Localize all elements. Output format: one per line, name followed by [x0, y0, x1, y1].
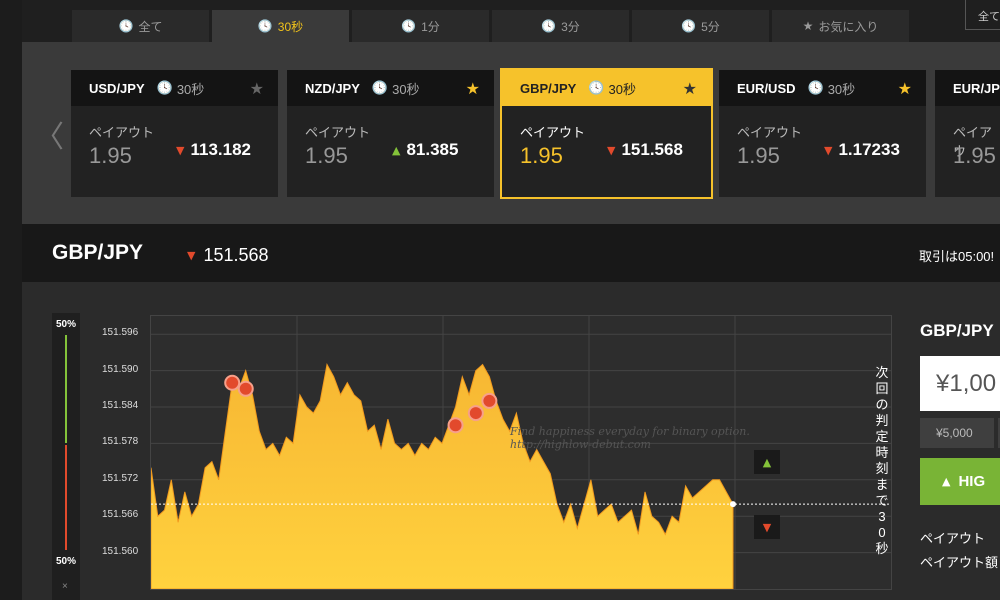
asset-card-gbpjpy[interactable]: GBP/JPY 🕓 30秒 ★ ペイアウト 1.95 ▼ 151.568	[500, 68, 713, 199]
star-icon: ★	[802, 19, 814, 33]
payout-label: ペイアウト	[89, 125, 155, 140]
high-percent: 50%	[56, 319, 77, 330]
up-arrow-icon: ▲	[942, 475, 951, 488]
sentiment-bar: 50% 50% ×	[52, 313, 80, 600]
countdown-text: 次回の判定時刻まで30秒	[875, 365, 889, 556]
asset-price: 1.17233	[838, 140, 900, 159]
trade-deadline: 取引は05:00!	[919, 249, 995, 264]
down-arrow-icon: ▼	[176, 143, 185, 157]
payout-value: 1.95	[520, 143, 563, 168]
watermark: Find happiness everyday for binary optio…	[510, 425, 750, 451]
y-tick-label: 151.560	[102, 545, 139, 557]
asset-card-nzdjpy[interactable]: NZD/JPY 🕓 30秒 ★ ペイアウト 1.95 ▲ 81.385	[287, 70, 494, 197]
filter-tabs-bar: 🕓 全て 🕓 30秒 🕓 1分 🕓 3分 🕓 5分 ★ お気に入り	[22, 0, 1000, 42]
down-arrow-icon: ▼	[824, 143, 833, 157]
trade-marker[interactable]	[224, 374, 241, 391]
low-ratio-bar	[65, 445, 67, 550]
asset-price: 81.385	[406, 140, 459, 159]
y-tick-label: 151.596	[102, 327, 139, 339]
down-arrow-icon: ▼	[187, 249, 196, 262]
up-arrow-icon: ▲	[762, 455, 772, 469]
asset-price: 151.568	[621, 140, 683, 159]
clock-icon: 🕓	[681, 19, 697, 33]
payout-amount-label: ペイアウト額	[920, 555, 999, 570]
trade-marker[interactable]	[467, 405, 484, 422]
payout-value: 1.95	[953, 143, 996, 168]
high-button[interactable]: ▲ HIG	[920, 458, 1000, 505]
chart-plot-area	[150, 315, 892, 590]
close-icon[interactable]: ×	[62, 581, 68, 592]
tab-30sec[interactable]: 🕓 30秒	[212, 10, 349, 42]
asset-card-usdjpy[interactable]: USD/JPY 🕓 30秒 ★ ペイアウト 1.95 ▼ 113.182	[71, 70, 278, 197]
clock-icon: 🕓	[257, 19, 273, 33]
trade-marker[interactable]	[447, 417, 464, 434]
clock-icon: 🕓	[541, 19, 557, 33]
investment-amount-input[interactable]: ¥1,00	[920, 356, 1000, 411]
favorite-star-icon[interactable]: ★	[898, 79, 912, 98]
asset-pair: EUR/USD	[737, 80, 796, 96]
high-ratio-bar	[65, 335, 67, 443]
y-tick-label: 151.590	[102, 363, 139, 375]
down-arrow-icon: ▼	[607, 143, 616, 157]
clock-icon: 🕓	[807, 80, 824, 95]
high-signal-marker: ▲	[754, 450, 780, 474]
low-signal-marker: ▼	[754, 515, 780, 539]
asset-card-eurusd[interactable]: EUR/USD 🕓 30秒 ★ ペイアウト 1.95 ▼ 1.17233	[719, 70, 926, 197]
trade-marker[interactable]	[237, 380, 254, 397]
asset-pair: NZD/JPY	[305, 80, 360, 96]
down-arrow-icon: ▼	[762, 520, 772, 534]
favorite-star-icon[interactable]: ★	[683, 79, 697, 98]
tab-favorites[interactable]: ★ お気に入り	[772, 10, 909, 42]
clock-icon: 🕓	[371, 80, 389, 95]
tab-all[interactable]: 🕓 全て	[72, 10, 209, 42]
asset-info-bar: GBP/JPY ▼ 151.568 取引は05:00!	[22, 224, 1000, 282]
price-area	[150, 363, 734, 590]
asset-pair: USD/JPY	[89, 80, 145, 96]
up-arrow-icon: ▲	[392, 143, 401, 157]
clock-icon: 🕓	[156, 80, 173, 95]
area-chart-svg	[150, 316, 891, 590]
chevron-left-icon[interactable]: 〈	[34, 112, 64, 156]
y-tick-label: 151.584	[102, 400, 139, 411]
favorite-star-icon[interactable]: ★	[250, 79, 264, 98]
asset-price: 113.182	[190, 140, 251, 159]
payout-value: 1.95	[305, 143, 348, 168]
payout-label: ペイアウト	[305, 125, 371, 140]
asset-pair: GBP/JPY	[520, 80, 577, 96]
asset-card-eurjpy[interactable]: EUR/JPY ペイアウ 1.95	[935, 70, 1000, 197]
favorite-star-icon[interactable]: ★	[466, 79, 480, 98]
selected-asset-price: 151.568	[203, 245, 269, 265]
clock-icon: 🕓	[118, 19, 134, 33]
y-tick-label: 151.578	[102, 436, 139, 448]
clock-icon: 🕓	[588, 80, 605, 95]
payout-rate-label: ペイアウト	[920, 531, 986, 546]
selected-asset-symbol: GBP/JPY	[52, 241, 144, 264]
payout-label: ペイアウト	[737, 125, 803, 140]
panel-asset-title: GBP/JPY	[920, 321, 994, 340]
payout-value: 1.95	[89, 143, 132, 168]
y-tick-label: 151.572	[102, 472, 139, 484]
low-percent: 50%	[56, 556, 77, 567]
all-filter-button[interactable]: 全て	[965, 0, 1000, 30]
trade-panel: GBP/JPY ¥1,00 ¥5,000 ▲ HIG ペイアウト ペイアウト額	[920, 313, 1000, 600]
y-tick-label: 151.566	[102, 509, 139, 521]
current-price-dot	[730, 501, 736, 508]
tab-3min[interactable]: 🕓 3分	[492, 10, 629, 42]
trade-marker[interactable]	[481, 392, 498, 409]
left-sidebar	[0, 0, 22, 600]
quick-amount-button[interactable]: ¥5,000	[920, 418, 994, 448]
payout-value: 1.95	[737, 143, 780, 168]
asset-pair: EUR/JPY	[953, 80, 1000, 96]
tab-5min[interactable]: 🕓 5分	[632, 10, 769, 42]
tab-1min[interactable]: 🕓 1分	[352, 10, 489, 42]
clock-icon: 🕓	[401, 19, 417, 33]
payout-label: ペイアウト	[520, 125, 586, 140]
